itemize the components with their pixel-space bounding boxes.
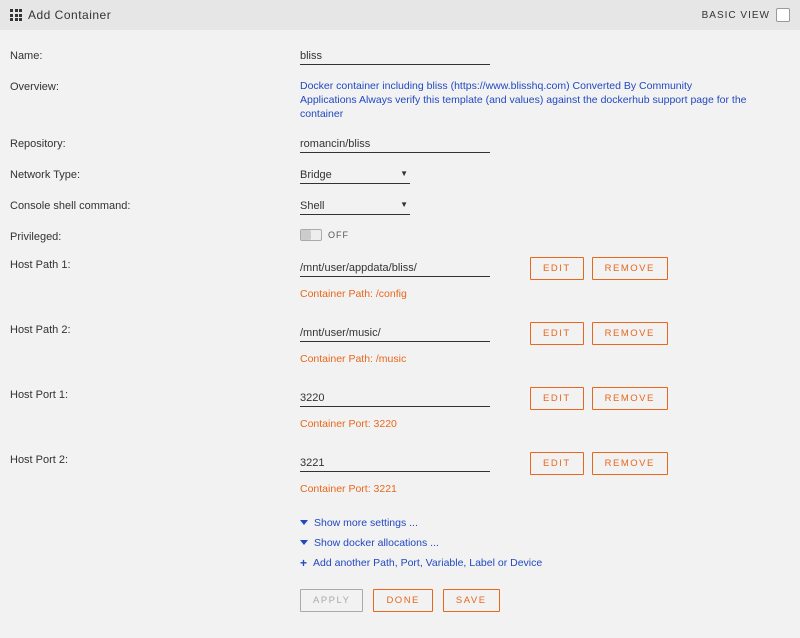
remove-button[interactable]: REMOVE (592, 322, 668, 345)
remove-button[interactable]: REMOVE (592, 387, 668, 410)
label-overview: Overview: (10, 79, 300, 93)
plus-icon: + (300, 557, 307, 569)
privileged-toggle[interactable] (300, 229, 322, 241)
label-host-path-2: Host Path 2: (10, 322, 300, 336)
remove-button[interactable]: REMOVE (592, 452, 668, 475)
remove-button[interactable]: REMOVE (592, 257, 668, 280)
host-port-2-input[interactable] (300, 455, 490, 472)
show-more-settings-link[interactable]: Show more settings ... (300, 517, 418, 529)
done-button[interactable]: DONE (373, 589, 432, 612)
edit-button[interactable]: EDIT (530, 387, 584, 410)
name-input[interactable] (300, 48, 490, 65)
label-privileged: Privileged: (10, 229, 300, 243)
label-console-shell: Console shell command: (10, 198, 300, 212)
chevron-down-icon (300, 540, 308, 545)
edit-button[interactable]: EDIT (530, 452, 584, 475)
view-toggle-label: BASIC VIEW (702, 10, 770, 21)
label-host-port-2: Host Port 2: (10, 452, 300, 466)
page-title: Add Container (28, 8, 111, 22)
label-network-type: Network Type: (10, 167, 300, 181)
host-port-1-input[interactable] (300, 390, 490, 407)
host-port-1-hint: Container Port: 3220 (300, 418, 668, 430)
label-name: Name: (10, 48, 300, 62)
label-host-port-1: Host Port 1: (10, 387, 300, 401)
label-repository: Repository: (10, 136, 300, 150)
console-shell-select[interactable]: Shell (300, 198, 410, 214)
host-path-1-hint: Container Path: /config (300, 288, 668, 300)
repository-input[interactable] (300, 136, 490, 153)
label-host-path-1: Host Path 1: (10, 257, 300, 271)
edit-button[interactable]: EDIT (530, 322, 584, 345)
toggle-icon (776, 8, 790, 22)
show-docker-allocations-link[interactable]: Show docker allocations ... (300, 537, 439, 549)
apply-button: APPLY (300, 589, 363, 612)
view-toggle[interactable]: BASIC VIEW (702, 8, 790, 22)
page-header: Add Container BASIC VIEW (0, 0, 800, 30)
save-button[interactable]: SAVE (443, 589, 500, 612)
host-path-2-hint: Container Path: /music (300, 353, 668, 365)
privileged-state: OFF (328, 230, 349, 240)
chevron-down-icon (300, 520, 308, 525)
overview-text: Docker container including bliss (https:… (300, 79, 750, 122)
edit-button[interactable]: EDIT (530, 257, 584, 280)
host-path-1-input[interactable] (300, 260, 490, 277)
host-path-2-input[interactable] (300, 325, 490, 342)
host-port-2-hint: Container Port: 3221 (300, 483, 668, 495)
network-type-select[interactable]: Bridge (300, 167, 410, 183)
add-another-link[interactable]: + Add another Path, Port, Variable, Labe… (300, 557, 542, 569)
grid-icon (10, 9, 22, 21)
